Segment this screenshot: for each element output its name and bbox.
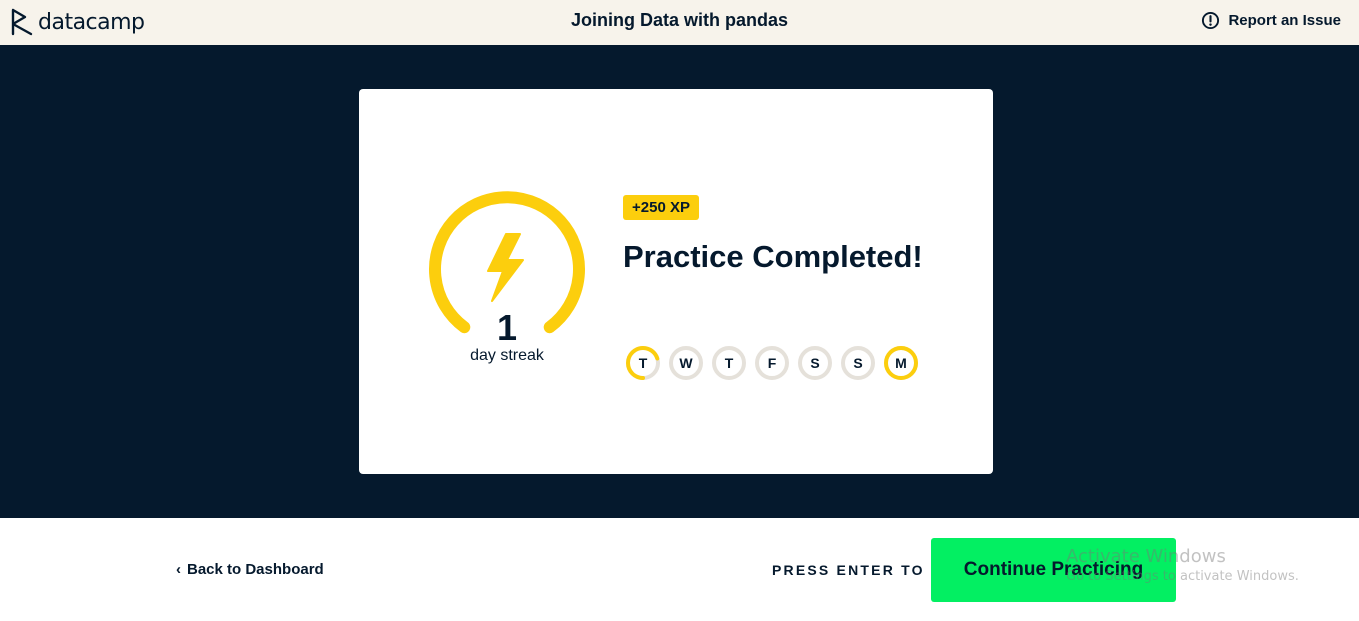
completion-title: Practice Completed! [623, 239, 923, 274]
streak-count: 1 [496, 307, 518, 348]
day-ring: M [883, 345, 919, 381]
day-letter: S [810, 355, 820, 371]
report-issue-label: Report an Issue [1228, 12, 1341, 29]
day-ring: F [754, 345, 790, 381]
day-ring: S [840, 345, 876, 381]
continue-practicing-button[interactable]: Continue Practicing [931, 538, 1176, 602]
press-enter-hint: PRESS ENTER TO [772, 562, 925, 578]
course-title-row: Joining Data with pandas [0, 10, 1359, 31]
completion-card: 1 day streak +250 XP Practice Completed!… [359, 89, 993, 474]
chevron-left-icon: ‹ [176, 561, 181, 578]
datacamp-logo[interactable]: datacamp [10, 7, 145, 37]
day-ring: T [711, 345, 747, 381]
day-ring: W [668, 345, 704, 381]
back-to-dashboard-label: Back to Dashboard [187, 561, 324, 578]
day-letter: M [895, 355, 907, 371]
day-ring: S [797, 345, 833, 381]
day-letter: T [638, 355, 648, 371]
day-letter: T [724, 355, 734, 371]
day-letter: S [853, 355, 863, 371]
logo-text: datacamp [38, 9, 145, 35]
xp-badge: +250 XP [623, 195, 699, 220]
weekday-streak-row: T W T F S S M [625, 345, 919, 381]
main-stage: 1 day streak +250 XP Practice Completed!… [0, 45, 1359, 518]
day-ring: T [625, 345, 661, 381]
exclamation-circle-icon [1202, 11, 1220, 30]
day-letter: W [679, 355, 693, 371]
day-letter: F [767, 355, 777, 371]
lightning-bolt-icon [487, 233, 524, 302]
streak-label: day streak [470, 347, 544, 364]
datacamp-logo-icon [11, 8, 33, 36]
top-bar: datacamp Joining Data with pandas Report… [0, 0, 1359, 45]
back-to-dashboard-link[interactable]: ‹ Back to Dashboard [176, 561, 324, 578]
report-issue-button[interactable]: Report an Issue [1201, 11, 1341, 30]
course-title: Joining Data with pandas [570, 10, 789, 30]
